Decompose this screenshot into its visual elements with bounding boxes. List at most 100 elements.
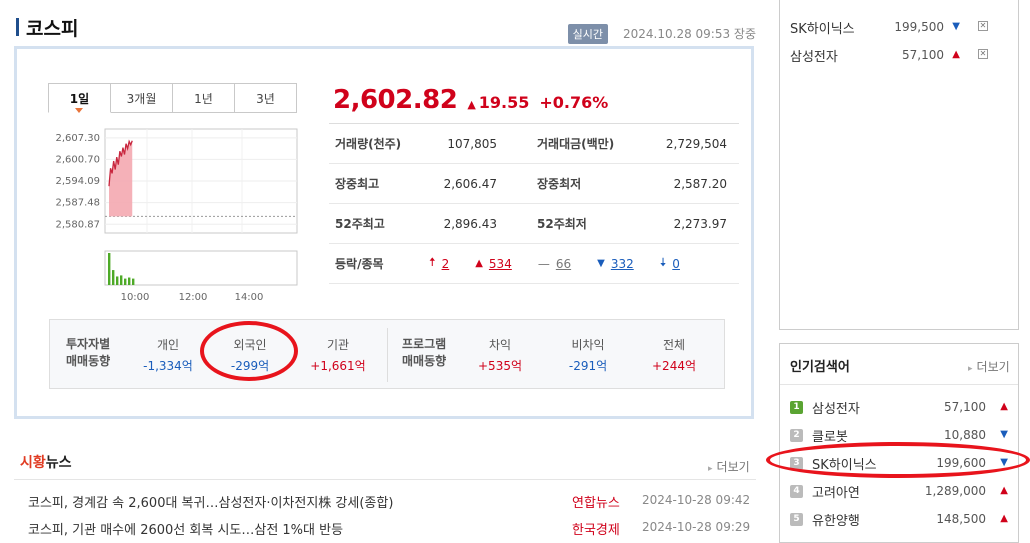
list-item[interactable]: 5 유한양행 148,500 ▲ xyxy=(790,510,1010,530)
list-item[interactable]: SK하이닉스 199,500 ▼ ✕ xyxy=(790,18,1000,38)
news-title-accent: 시황 xyxy=(20,455,46,471)
lower-limit-count: 🠇 0 xyxy=(660,253,680,274)
down-triangle-icon: ▼ xyxy=(597,258,605,269)
upper-limit-arrow-icon: 🠅 xyxy=(429,255,436,269)
investor-head-line2: 매매동향 xyxy=(66,354,111,368)
total-value: +244억 xyxy=(652,359,696,373)
investor-head: 투자자별 매매동향 xyxy=(66,336,110,370)
tab-1year[interactable]: 1년 xyxy=(172,83,235,113)
x-tick-label: 12:00 xyxy=(179,292,208,303)
w52-low-label: 52주최저 xyxy=(537,217,587,231)
arb-value: +535억 xyxy=(478,359,522,373)
rank-badge: 2 xyxy=(790,429,803,442)
y-tick-label: 2,607.30 xyxy=(55,133,100,144)
page-title: 코스피 xyxy=(26,18,79,40)
y-tick-label: 2,594.09 xyxy=(55,176,100,187)
down-count: ▼ 332 xyxy=(597,257,634,271)
divider xyxy=(780,384,1018,385)
high-value: 2,606.47 xyxy=(443,176,497,191)
arb-label: 차익 xyxy=(488,338,512,352)
stock-name[interactable]: 고려아연 xyxy=(812,482,860,501)
up-link[interactable]: 534 xyxy=(489,257,512,271)
news-headline[interactable]: 코스피, 기관 매수에 2600선 회복 시도…삼전 1%대 반등 xyxy=(28,523,343,538)
annotation-circle-foreign xyxy=(200,321,298,381)
upper-limit-link[interactable]: 2 xyxy=(442,257,450,271)
program-head-line2: 매매동향 xyxy=(402,354,447,368)
index-panel: 1일 3개월 1년 3년 2,607.30 2,600.70 2,594.09 2,5… xyxy=(14,46,754,419)
stock-price: 148,500 xyxy=(936,512,986,526)
low-value: 2,587.20 xyxy=(673,176,727,191)
news-more-label: 더보기 xyxy=(716,460,750,474)
program-nonarbitrage: 비차익 -291억 xyxy=(558,336,618,374)
tab-3month[interactable]: 3개월 xyxy=(110,83,173,113)
individual-label: 개인 xyxy=(156,338,180,352)
volume-bar xyxy=(132,278,135,285)
chevron-right-icon: ▸ xyxy=(708,464,713,474)
volume-bar xyxy=(128,277,131,285)
timestamp: 2024.10.28 09:53 장중 xyxy=(623,27,756,41)
amount-value: 2,729,504 xyxy=(665,136,727,151)
stock-name[interactable]: 삼성전자 xyxy=(790,46,838,65)
volume-value: 107,805 xyxy=(447,136,497,151)
rank-badge: 1 xyxy=(790,401,803,414)
news-time: 2024-10-28 09:42 xyxy=(642,493,751,507)
nonarb-label: 비차익 xyxy=(571,338,605,352)
news-time: 2024-10-28 09:29 xyxy=(642,520,751,534)
realtime-badge: 실시간 xyxy=(567,24,608,44)
page-header: 코스피 실시간 2024.10.28 09:53 장중 xyxy=(16,12,756,44)
stock-name[interactable]: 클로봇 xyxy=(812,426,848,445)
down-triangle-icon: ▼ xyxy=(952,21,960,32)
up-triangle-icon: ▲ xyxy=(1000,485,1008,496)
amount-label: 거래대금(백만) xyxy=(537,137,615,151)
stock-price: 57,100 xyxy=(944,400,986,414)
volume-label: 거래량(천주) xyxy=(335,137,402,151)
rank-badge: 4 xyxy=(790,485,803,498)
remove-icon[interactable]: ✕ xyxy=(978,49,988,59)
list-item[interactable]: 삼성전자 57,100 ▲ ✕ xyxy=(790,46,1000,66)
program-arbitrage: 차익 +535억 xyxy=(470,336,530,374)
x-tick-label: 10:00 xyxy=(121,292,150,303)
table-row: 장중최고 2,606.47 장중최저 2,587.20 xyxy=(329,164,739,204)
investor-individual: 개인 -1,334억 xyxy=(138,336,198,374)
stock-price: 1,289,000 xyxy=(924,484,986,498)
flat-link[interactable]: 66 xyxy=(556,257,571,271)
table-row: 52주최고 2,896.43 52주최저 2,273.97 xyxy=(329,204,739,244)
chevron-right-icon: ▸ xyxy=(968,364,973,374)
list-item[interactable]: 4 고려아연 1,289,000 ▲ xyxy=(790,482,1010,502)
y-tick-label: 2,580.87 xyxy=(55,219,100,230)
tab-3year[interactable]: 3년 xyxy=(234,83,297,113)
individual-value: -1,334억 xyxy=(143,359,193,373)
investor-head-line1: 투자자별 xyxy=(66,337,111,351)
intraday-chart: 2,607.30 2,600.70 2,594.09 2,587.48 2,580.87… xyxy=(17,119,317,329)
volume-bar xyxy=(108,253,111,285)
investor-institution: 기관 +1,661억 xyxy=(302,336,374,374)
list-item[interactable]: 1 삼성전자 57,100 ▲ xyxy=(790,398,1010,418)
news-headline[interactable]: 코스피, 경계감 속 2,600대 복귀…삼성전자·이차전지株 강세(종합) xyxy=(28,496,393,511)
upper-limit-count: 🠅 2 xyxy=(429,253,449,274)
down-link[interactable]: 332 xyxy=(611,257,634,271)
stock-price: 10,880 xyxy=(944,428,986,442)
stock-name[interactable]: SK하이닉스 xyxy=(790,18,855,37)
tab-1day[interactable]: 1일 xyxy=(48,83,111,113)
volume-bar xyxy=(120,275,123,285)
price-row: 2,602.82 ▲ 19.55 +0.76% xyxy=(333,85,608,115)
lower-limit-link[interactable]: 0 xyxy=(672,257,680,271)
list-item[interactable]: 코스피, 경계감 속 2,600대 복귀…삼성전자·이차전지株 강세(종합) 연… xyxy=(28,492,758,512)
institution-label: 기관 xyxy=(326,338,350,352)
w52-high-label: 52주최고 xyxy=(335,217,385,231)
stock-name[interactable]: 유한양행 xyxy=(812,510,860,529)
y-tick-label: 2,600.70 xyxy=(55,154,100,165)
w52-low-value: 2,273.97 xyxy=(673,216,727,231)
period-tabs: 1일 3개월 1년 3년 xyxy=(48,83,297,113)
popular-more-link[interactable]: ▸ 더보기 xyxy=(968,358,1010,375)
rank-badge: 5 xyxy=(790,513,803,526)
list-item[interactable]: 코스피, 기관 매수에 2600선 회복 시도…삼전 1%대 반등 한국경제 2… xyxy=(28,519,758,539)
news-more-link[interactable]: ▸ 더보기 xyxy=(708,458,750,475)
up-triangle-icon: ▲ xyxy=(952,49,960,60)
price-change: ▲ 19.55 xyxy=(467,93,529,112)
remove-icon[interactable]: ✕ xyxy=(978,21,988,31)
annotation-circle-skhynix xyxy=(766,442,1030,478)
lower-limit-arrow-icon: 🠇 xyxy=(659,255,667,269)
w52-high-value: 2,896.43 xyxy=(443,216,497,231)
stock-name[interactable]: 삼성전자 xyxy=(812,398,860,417)
